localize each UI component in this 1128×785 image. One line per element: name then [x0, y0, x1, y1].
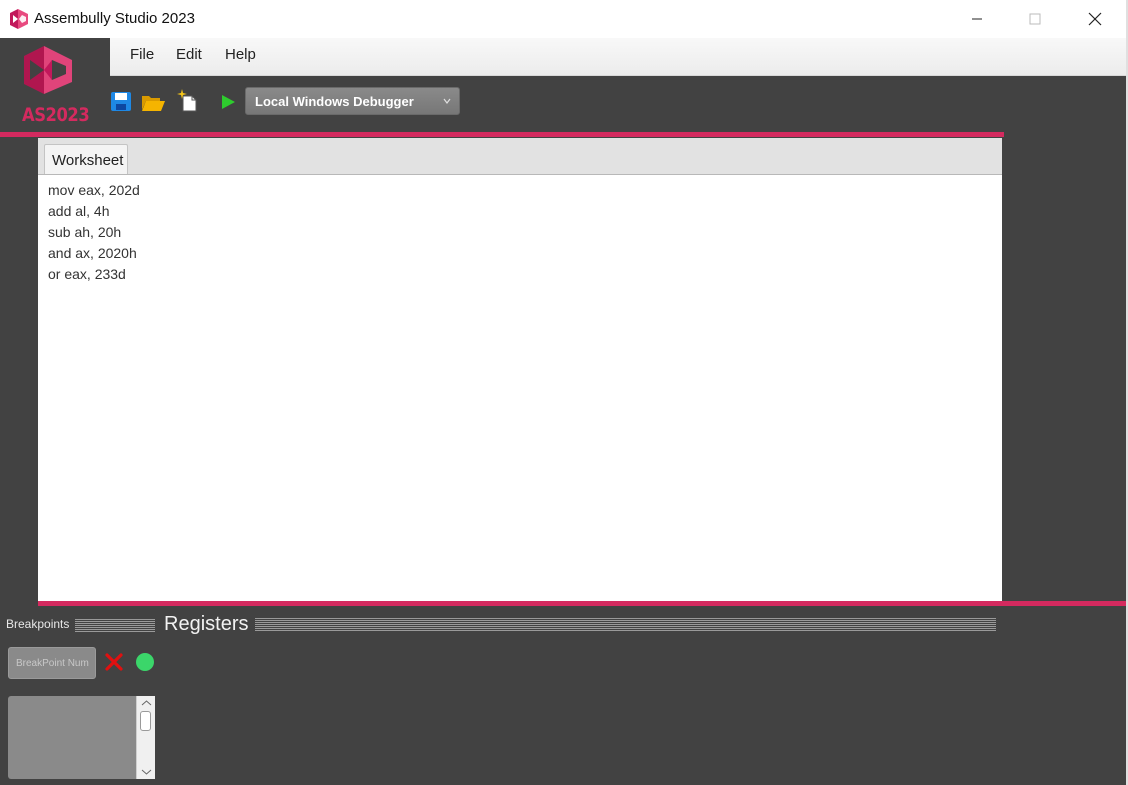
- registers-header-hatch: [255, 617, 996, 631]
- debugger-select-label: Local Windows Debugger: [255, 94, 414, 109]
- scroll-down-icon[interactable]: [141, 768, 152, 776]
- menu-bar: File Edit Help: [110, 38, 1126, 76]
- minimize-button[interactable]: [948, 0, 1006, 38]
- minimize-icon: [972, 18, 982, 20]
- code-line: and ax, 2020h: [48, 245, 137, 261]
- scroll-up-icon[interactable]: [141, 699, 152, 707]
- code-line: sub ah, 20h: [48, 224, 122, 240]
- close-button[interactable]: [1066, 0, 1124, 38]
- menu-help[interactable]: Help: [225, 46, 256, 63]
- run-icon[interactable]: [219, 93, 237, 111]
- code-line: mov eax, 202d: [48, 182, 140, 198]
- add-breakpoint-button[interactable]: [136, 653, 154, 671]
- breakpoint-number-input[interactable]: BreakPoint Num: [8, 647, 96, 679]
- open-folder-icon[interactable]: [140, 92, 166, 112]
- tab-worksheet[interactable]: Worksheet: [44, 144, 128, 174]
- maximize-button[interactable]: [1006, 0, 1064, 38]
- chevron-down-icon: [443, 98, 451, 104]
- maximize-icon: [1029, 13, 1041, 25]
- breakpoints-header-hatch: [75, 618, 155, 632]
- window-title: Assembully Studio 2023: [34, 10, 195, 27]
- brand-area: AS2023: [0, 38, 110, 132]
- brand-logo-icon: [24, 46, 72, 94]
- scroll-thumb[interactable]: [140, 711, 151, 731]
- tab-worksheet-label: Worksheet: [52, 152, 124, 169]
- title-bar: Assembully Studio 2023: [0, 0, 1128, 38]
- menu-edit[interactable]: Edit: [176, 46, 202, 63]
- brand-logo-text: AS2023: [22, 104, 90, 126]
- top-accent-divider: [0, 132, 1004, 137]
- code-editor[interactable]: mov eax, 202d add al, 4h sub ah, 20h and…: [38, 174, 1002, 602]
- breakpoint-number-placeholder: BreakPoint Num: [16, 658, 89, 669]
- debugger-select[interactable]: Local Windows Debugger: [245, 87, 460, 115]
- bottom-accent-divider: [38, 601, 1128, 606]
- code-line: or eax, 233d: [48, 266, 126, 282]
- breakpoints-label: Breakpoints: [6, 617, 70, 631]
- editor-panel: Worksheet mov eax, 202d add al, 4h sub a…: [38, 138, 1002, 602]
- menu-file[interactable]: File: [130, 46, 154, 63]
- app-logo-icon: [10, 9, 28, 29]
- breakpoint-list[interactable]: [8, 696, 155, 779]
- code-line: add al, 4h: [48, 203, 110, 219]
- remove-breakpoint-icon[interactable]: [104, 652, 124, 672]
- save-icon[interactable]: [110, 91, 132, 112]
- close-icon: [1088, 12, 1102, 26]
- new-file-icon[interactable]: [176, 89, 200, 113]
- breakpoint-list-scrollbar[interactable]: [136, 696, 155, 779]
- registers-label: Registers: [164, 613, 249, 635]
